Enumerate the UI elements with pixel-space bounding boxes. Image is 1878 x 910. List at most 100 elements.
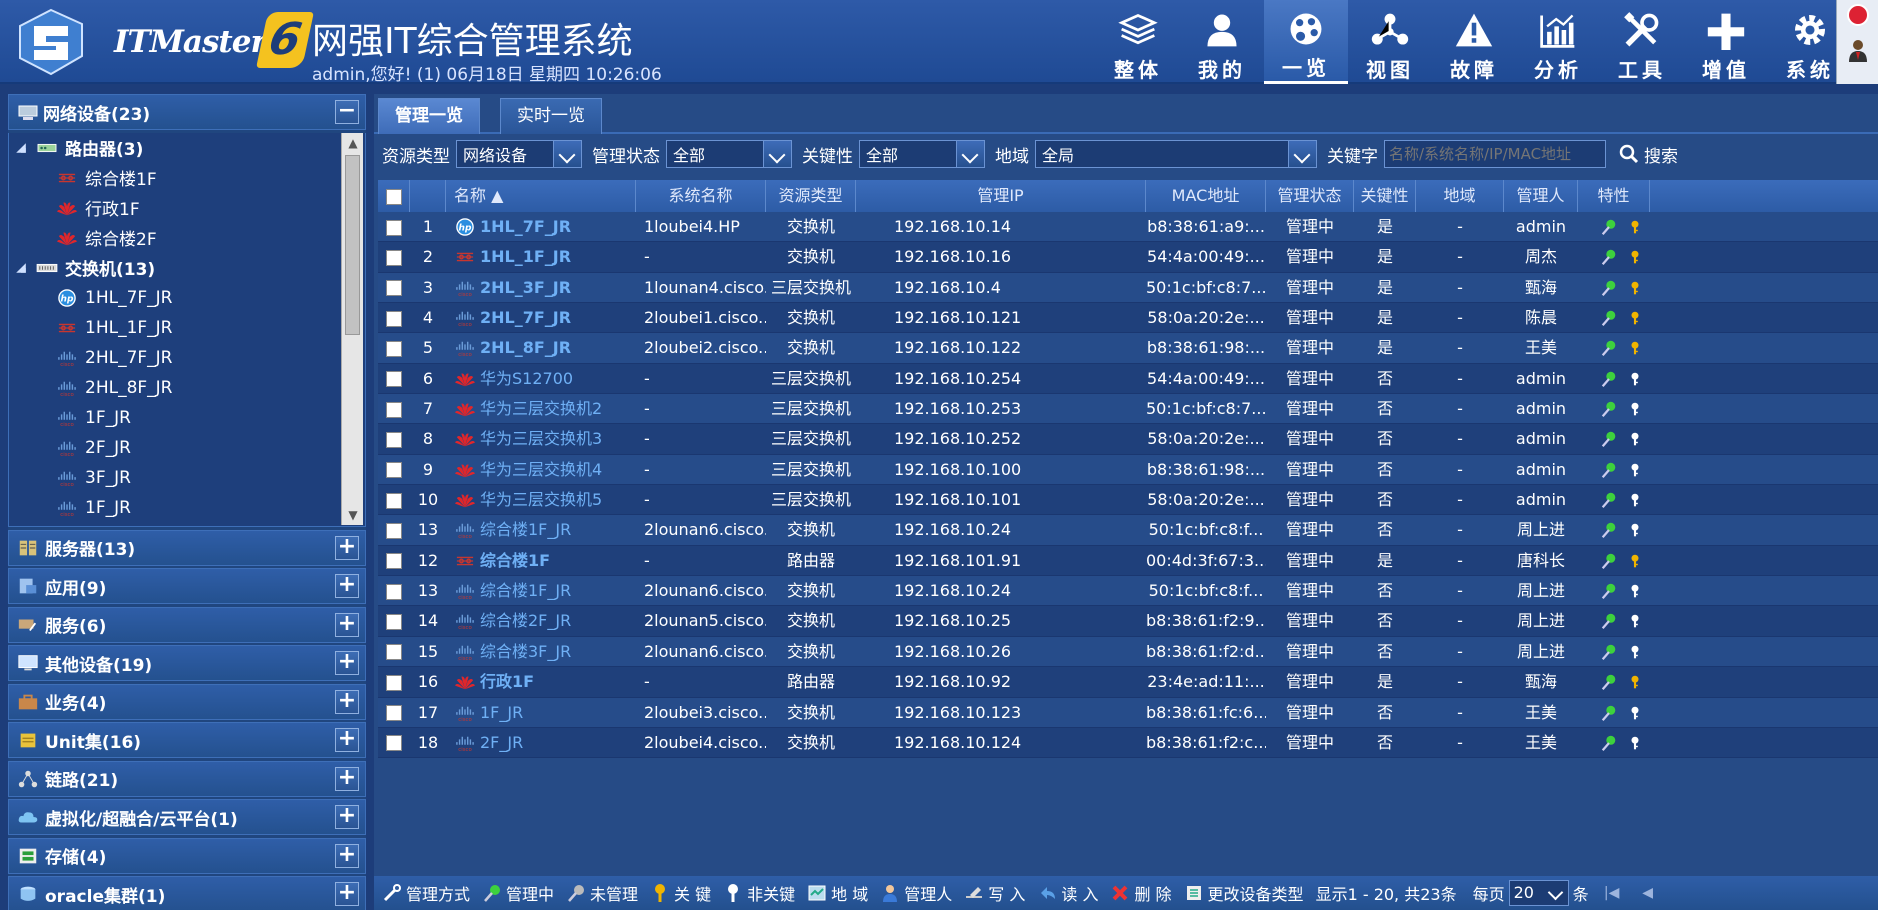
device-name-link[interactable]: 2HL_7F_JR [480,303,571,333]
tree-group[interactable]: 路由器(3) [9,133,365,163]
criticality-select[interactable]: 全部 [859,140,985,168]
row-checkbox[interactable] [386,462,402,479]
expand-triangle-icon[interactable] [16,142,26,153]
non-critical-key-icon[interactable] [1628,643,1642,661]
status-select[interactable]: 全部 [666,140,792,168]
chevron-down-icon[interactable] [956,141,984,167]
scroll-up-icon[interactable]: ▲ [342,133,364,153]
managed-status-icon[interactable] [1600,248,1618,266]
action-managed[interactable]: 管理中 [482,881,554,905]
table-row[interactable]: 9 华为三层交换机4 - 三层交换机 192.168.10.100 b8:38:61:98… [378,454,1878,486]
device-name-cell[interactable]: cisco 综合楼3F_JR [446,637,636,667]
nav-plus[interactable]: 增值 [1684,0,1768,84]
critical-key-icon[interactable] [1628,673,1642,691]
column-header[interactable]: 资源类型 [766,180,856,212]
action-delete[interactable]: 删 除 [1110,881,1172,905]
select-all-checkbox[interactable] [385,188,402,205]
tree-item[interactable]: cisco 2HL_7F_JR [9,343,365,373]
table-row[interactable]: 14 cisco 综合楼2F_JR 2lounan5.cisco.... 交换机 192.… [378,606,1878,637]
managed-status-icon[interactable] [1600,339,1618,357]
tree-item[interactable]: cisco 2HL_8F_JR [9,373,365,403]
row-checkbox[interactable] [386,401,402,418]
device-name-link[interactable]: 1HL_1F_JR [480,242,571,272]
table-row[interactable]: 13 cisco 综合楼1F_JR 2lounan6.cisco.... 交换机 192.… [378,515,1878,546]
managed-status-icon[interactable] [1600,521,1618,539]
expand-button[interactable]: + [335,805,359,829]
non-critical-key-icon[interactable] [1628,461,1642,479]
device-name-link[interactable]: 行政1F [480,667,534,697]
device-name-link[interactable]: 综合楼3F_JR [480,637,571,667]
chevron-down-icon[interactable] [763,141,791,167]
nav-layers[interactable]: 整体 [1096,0,1180,84]
tree-item[interactable]: 综合楼1F [9,163,365,193]
device-name-link[interactable]: 综合楼1F_JR [480,515,571,545]
device-name-link[interactable]: 华为S12700 [480,364,573,394]
device-name-link[interactable]: 华为三层交换机5 [480,485,602,515]
managed-status-icon[interactable] [1600,643,1618,661]
expand-button[interactable]: + [335,651,359,675]
sidebar-group-network[interactable]: 网络设备(23) − [8,94,366,130]
device-name-cell[interactable]: 华为三层交换机5 [446,485,636,515]
row-checkbox[interactable] [386,644,402,661]
column-header[interactable]: 管理状态 [1266,180,1354,212]
row-checkbox[interactable] [386,280,402,297]
table-row[interactable]: 5 cisco 2HL_8F_JR 2loubei2.cisco.... 交换机 192.… [378,333,1878,364]
device-name-link[interactable]: 1HL_7F_JR [480,212,571,242]
row-checkbox[interactable] [386,371,402,388]
search-button[interactable]: 搜索 [1618,142,1678,167]
row-checkbox[interactable] [386,674,402,691]
critical-key-icon[interactable] [1628,248,1642,266]
nav-chart[interactable]: 分析 [1516,0,1600,84]
non-critical-key-icon[interactable] [1628,430,1642,448]
non-critical-key-icon[interactable] [1628,704,1642,722]
row-checkbox[interactable] [386,522,402,539]
row-checkbox[interactable] [386,340,402,357]
sidebar-group-briefcase[interactable]: 业务(4) + [8,683,366,720]
managed-status-icon[interactable] [1600,370,1618,388]
expand-button[interactable]: + [335,728,359,752]
sidebar-group-server[interactable]: 服务器(13) + [8,529,366,566]
device-name-cell[interactable]: cisco 2HL_3F_JR [446,273,636,303]
critical-key-icon[interactable] [1628,309,1642,327]
managed-status-icon[interactable] [1600,612,1618,630]
device-name-link[interactable]: 综合楼2F_JR [480,606,571,636]
device-name-link[interactable]: 1F_JR [480,698,523,728]
device-name-cell[interactable]: cisco 综合楼2F_JR [446,606,636,636]
nav-warning[interactable]: 故障 [1432,0,1516,84]
action-wrench[interactable]: 管理方式 [382,881,470,905]
chevron-down-icon[interactable] [1288,141,1316,167]
expand-button[interactable]: + [335,574,359,598]
sidebar-group-storage[interactable]: 存储(4) + [8,837,366,874]
keyword-input[interactable] [1384,140,1606,168]
critical-key-icon[interactable] [1628,552,1642,570]
table-row[interactable]: 16 行政1F - 路由器 192.168.10.92 23:4e:ad:11:... 管理… [378,667,1878,698]
device-name-link[interactable]: 综合楼1F [480,546,550,576]
device-name-link[interactable]: 2HL_3F_JR [480,273,571,303]
row-checkbox[interactable] [386,583,402,600]
tree-item[interactable]: 行政1F [9,193,365,223]
expand-button[interactable]: + [335,766,359,791]
tree-item[interactable]: 1HL_1F_JR [9,313,365,343]
row-checkbox[interactable] [386,705,402,721]
sidebar-group-service[interactable]: 服务(6) + [8,606,366,643]
action-change-type[interactable]: 更改设备类型 [1184,881,1304,905]
managed-status-icon[interactable] [1600,218,1618,236]
expand-button[interactable]: + [335,535,359,560]
nav-palette[interactable]: 一览 [1264,0,1348,84]
device-name-cell[interactable]: cisco 综合楼1F_JR [446,515,636,545]
expand-button[interactable]: + [335,843,359,868]
row-checkbox[interactable] [386,735,402,752]
device-name-link[interactable]: 2HL_8F_JR [480,333,571,363]
tree-item[interactable]: 综合楼2F [9,223,365,253]
managed-status-icon[interactable] [1600,704,1618,722]
table-row[interactable]: 2 1HL_1F_JR - 交换机 192.168.10.16 54:4a:00:49:.… [378,242,1878,273]
table-row[interactable]: 7 华为三层交换机2 - 三层交换机 192.168.10.253 50:1c:bf:c8… [378,394,1878,425]
row-checkbox[interactable] [386,553,402,570]
device-name-cell[interactable]: 行政1F [446,667,636,697]
table-row[interactable]: 18 cisco 2F_JR 2loubei4.cisco.... 交换机 192.168… [378,727,1878,759]
tree-item[interactable]: cisco 3F_JR [9,463,365,493]
tree-item[interactable]: cisco 1F_JR [9,403,365,433]
action-map[interactable]: 地 域 [807,881,868,905]
column-header[interactable]: 关键性 [1354,180,1416,212]
managed-status-icon[interactable] [1600,491,1618,509]
